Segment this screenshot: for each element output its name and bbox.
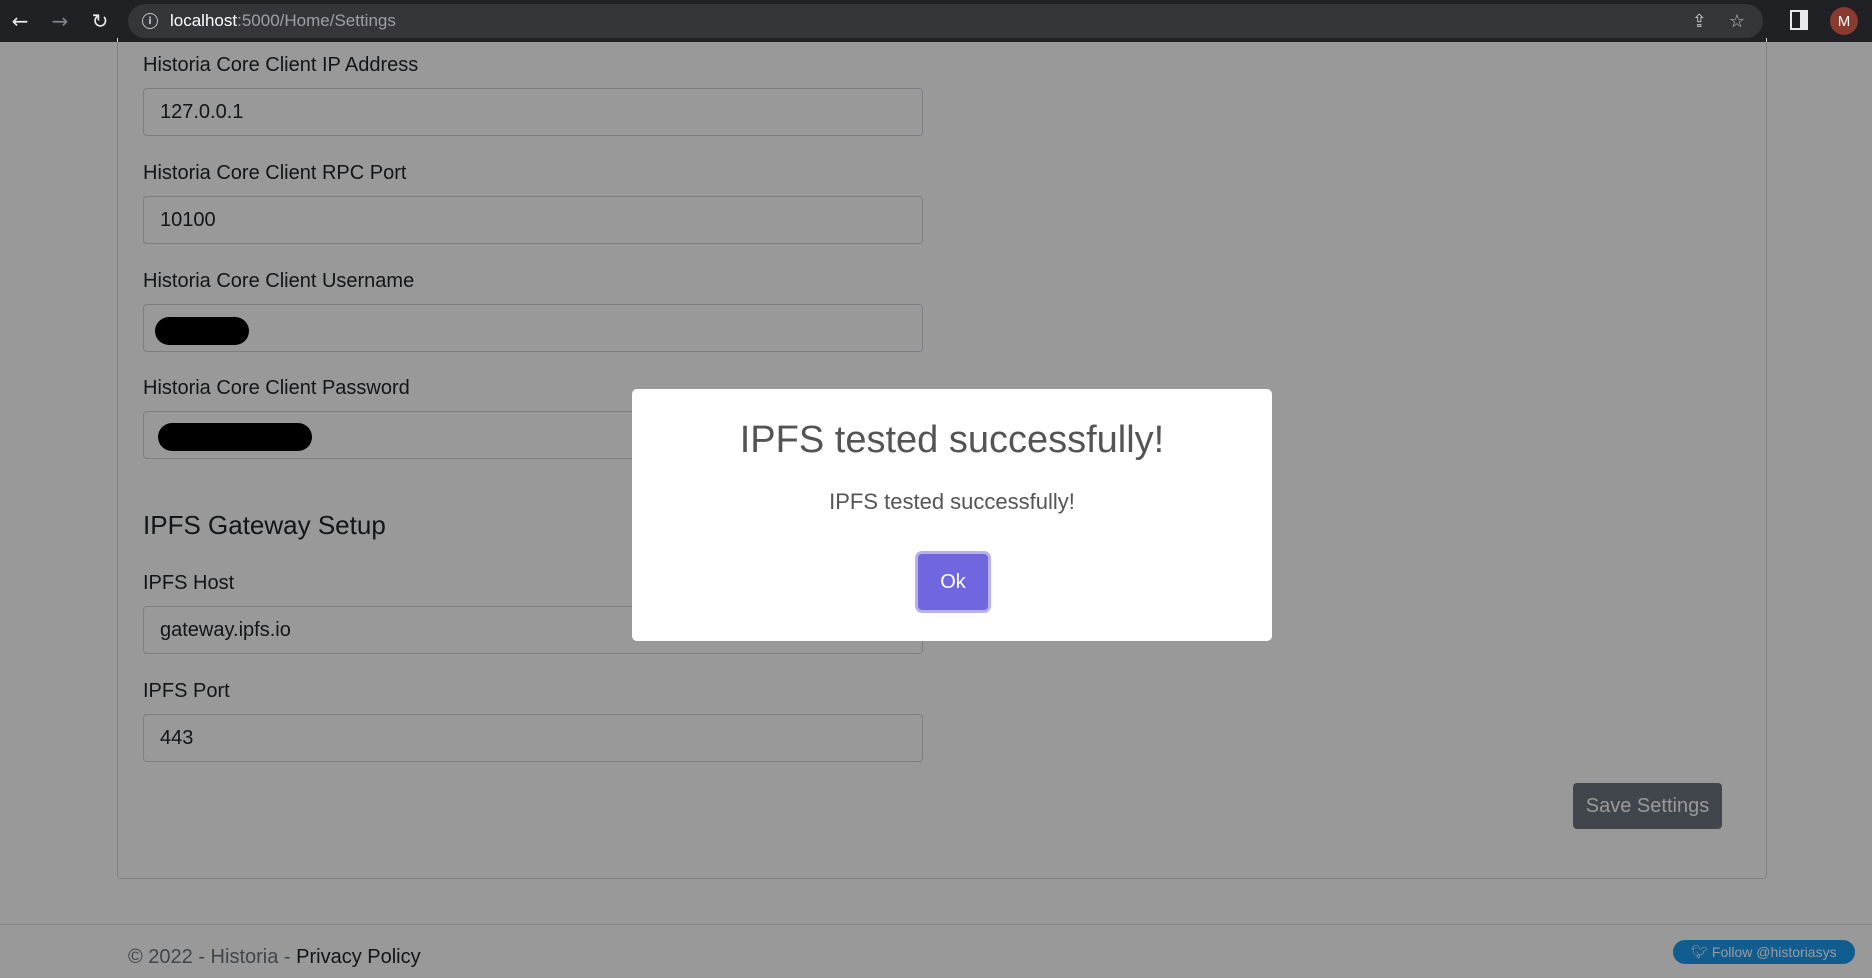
url-host: localhost: [170, 11, 238, 30]
reload-icon[interactable]: ↻: [80, 0, 120, 42]
address-bar[interactable]: i localhost:5000/Home/Settings ⇪ ☆: [128, 4, 1763, 38]
forward-arrow-icon[interactable]: →: [40, 0, 80, 42]
browser-toolbar: ← → ↻ i localhost:5000/Home/Settings ⇪ ☆…: [0, 0, 1872, 42]
ok-button[interactable]: Ok: [918, 554, 988, 610]
dialog-message: IPFS tested successfully!: [829, 489, 1075, 514]
info-icon[interactable]: i: [142, 13, 158, 29]
share-icon[interactable]: ⇪: [1692, 11, 1707, 32]
profile-avatar[interactable]: M: [1830, 7, 1858, 35]
side-panel-icon[interactable]: [1790, 10, 1808, 30]
url-path: :5000/Home/Settings: [237, 11, 396, 30]
star-icon[interactable]: ☆: [1729, 11, 1745, 32]
dialog-title: IPFS tested successfully!: [739, 419, 1165, 461]
url-text[interactable]: localhost:5000/Home/Settings: [170, 11, 396, 31]
back-arrow-icon[interactable]: ←: [0, 0, 40, 42]
success-dialog: IPFS tested successfully! IPFS tested su…: [632, 389, 1272, 641]
